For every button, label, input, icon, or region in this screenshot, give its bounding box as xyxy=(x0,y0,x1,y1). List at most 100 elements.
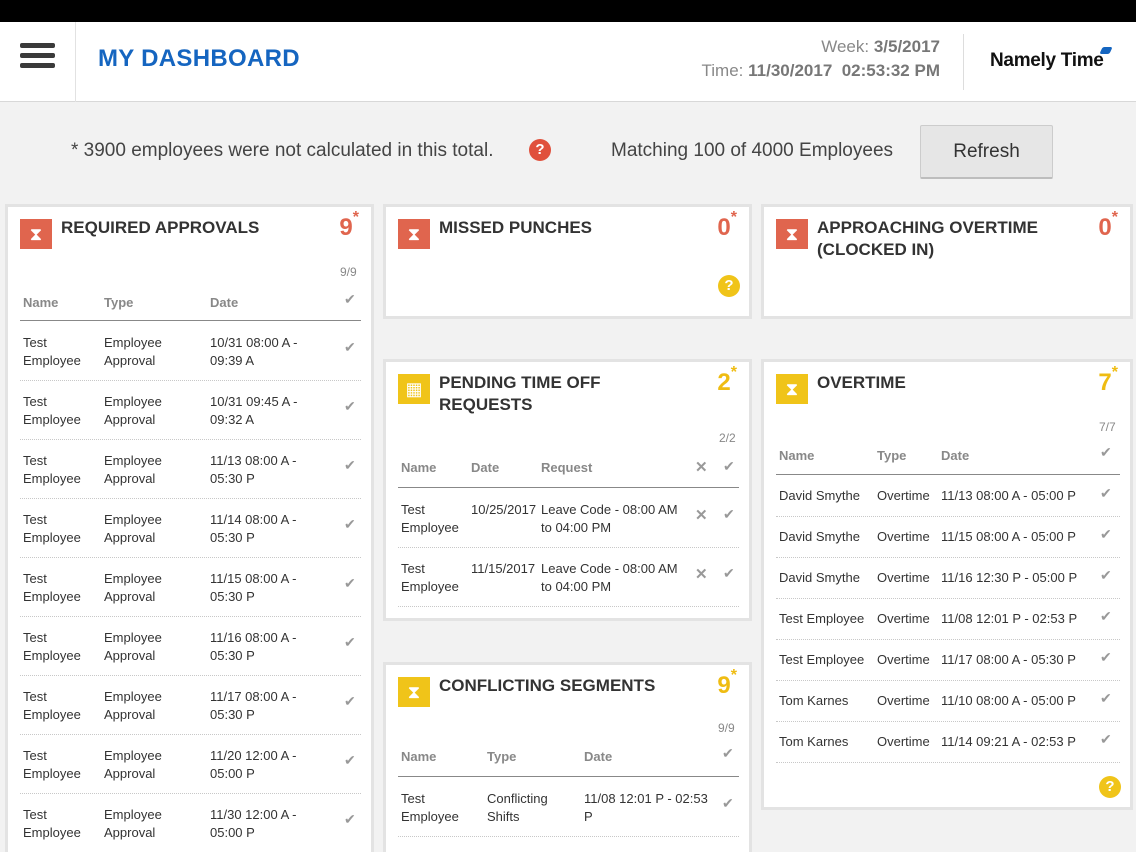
cell-date: 11/15 08:00 A - 05:30 P xyxy=(210,571,297,604)
hourglass-icon: ⧗ xyxy=(20,219,52,249)
row-divider xyxy=(776,639,1120,640)
approve-check-icon[interactable]: ✔ xyxy=(1100,690,1112,707)
approve-check-icon[interactable]: ✔ xyxy=(722,795,734,812)
approve-all-check-icon[interactable]: ✔ xyxy=(723,458,735,475)
approve-check-icon[interactable]: ✔ xyxy=(344,339,356,356)
approve-check-icon[interactable]: ✔ xyxy=(344,398,356,415)
card-title: APPROACHING OVERTIME (CLOCKED IN) xyxy=(817,217,1038,261)
column-header-name[interactable]: Name xyxy=(779,448,814,463)
cell-type: Employee Approval xyxy=(104,807,162,840)
cell-date: 11/30 12:00 A - 05:00 P xyxy=(210,807,297,840)
approve-check-icon[interactable]: ✔ xyxy=(723,565,735,582)
row-divider xyxy=(20,380,361,381)
approve-all-check-icon[interactable]: ✔ xyxy=(1100,444,1112,461)
row-divider xyxy=(776,762,1120,763)
approve-check-icon[interactable]: ✔ xyxy=(344,457,356,474)
table-header-line xyxy=(20,320,361,321)
namely-logo-icon xyxy=(1099,47,1113,54)
card-count[interactable]: 7* xyxy=(1098,364,1118,397)
matching-count: Matching 100 of 4000 Employees xyxy=(611,140,894,161)
app-header: MY DASHBOARD Week: 3/5/2017 Time: 11/30/… xyxy=(0,22,1136,102)
deny-close-icon[interactable]: ✕ xyxy=(695,506,708,524)
approve-check-icon[interactable]: ✔ xyxy=(1100,649,1112,666)
approve-check-icon[interactable]: ✔ xyxy=(344,575,356,592)
hourglass-icon: ⧗ xyxy=(398,677,430,707)
approve-check-icon[interactable]: ✔ xyxy=(344,752,356,769)
card-title: REQUIRED APPROVALS xyxy=(61,218,260,237)
card-count[interactable]: 9* xyxy=(339,209,359,242)
approve-check-icon[interactable]: ✔ xyxy=(344,811,356,828)
menu-icon-bar xyxy=(20,43,55,48)
cell-name: Test Employee xyxy=(23,807,81,840)
menu-button[interactable] xyxy=(0,22,76,102)
card-count[interactable]: 0* xyxy=(717,209,737,242)
help-icon[interactable]: ? xyxy=(718,275,740,297)
cell-type: Overtime xyxy=(877,611,930,626)
count-value: 0 xyxy=(1098,214,1112,241)
cell-name: Test Employee xyxy=(23,689,81,722)
help-icon[interactable]: ? xyxy=(1099,776,1121,798)
approve-check-icon[interactable]: ✔ xyxy=(344,634,356,651)
hourglass-icon: ⧗ xyxy=(398,219,430,249)
status-bar xyxy=(0,0,1136,22)
column-header-type[interactable]: Type xyxy=(487,749,516,764)
approve-check-icon[interactable]: ✔ xyxy=(1100,608,1112,625)
cell-type: Overtime xyxy=(877,734,930,749)
pending-time-off-card: ▦ PENDING TIME OFF REQUESTS 2* 2/2 Name D… xyxy=(383,359,752,621)
row-fraction: 9/9 xyxy=(340,265,357,279)
header-divider xyxy=(963,34,964,90)
help-icon[interactable]: ? xyxy=(529,139,551,161)
column-header-type[interactable]: Type xyxy=(877,448,906,463)
column-header-type[interactable]: Type xyxy=(104,295,133,310)
column-header-date[interactable]: Date xyxy=(471,460,499,475)
column-header-name[interactable]: Name xyxy=(23,295,58,310)
card-count[interactable]: 0* xyxy=(1098,209,1118,242)
time-info: Time: 11/30/2017 02:53:32 PM xyxy=(702,61,940,81)
approve-check-icon[interactable]: ✔ xyxy=(1100,731,1112,748)
approve-check-icon[interactable]: ✔ xyxy=(1100,526,1112,543)
count-value: 0 xyxy=(717,214,731,241)
column-header-request[interactable]: Request xyxy=(541,460,592,475)
cell-date: 11/13 08:00 A - 05:00 P xyxy=(941,488,1076,503)
row-divider xyxy=(20,498,361,499)
approve-check-icon[interactable]: ✔ xyxy=(723,506,735,523)
row-divider xyxy=(398,547,739,548)
week-label: Week: xyxy=(821,37,870,56)
cell-name: Test Employee xyxy=(23,394,81,427)
hourglass-icon: ⧗ xyxy=(776,374,808,404)
row-divider xyxy=(20,557,361,558)
deny-close-icon[interactable]: ✕ xyxy=(695,565,708,583)
deny-all-close-icon[interactable]: ✕ xyxy=(695,458,708,476)
card-count[interactable]: 9* xyxy=(717,667,737,700)
column-header-name[interactable]: Name xyxy=(401,460,436,475)
column-header-date[interactable]: Date xyxy=(941,448,969,463)
refresh-button[interactable]: Refresh xyxy=(920,125,1053,179)
approve-all-check-icon[interactable]: ✔ xyxy=(344,291,356,308)
card-count[interactable]: 2* xyxy=(717,364,737,397)
card-title: CONFLICTING SEGMENTS xyxy=(439,676,656,695)
cell-date: 11/14 08:00 A - 05:30 P xyxy=(210,512,297,545)
count-asterisk: * xyxy=(1111,209,1118,226)
card-title: PENDING TIME OFF REQUESTS xyxy=(439,372,601,416)
card-title: OVERTIME xyxy=(817,373,906,392)
column-header-name[interactable]: Name xyxy=(401,749,436,764)
column-header-date[interactable]: Date xyxy=(210,295,238,310)
time-label: Time: xyxy=(701,61,744,80)
card-title-line: (CLOCKED IN) xyxy=(817,240,935,259)
cell-name: Tom Karnes xyxy=(779,693,849,708)
cell-date: 11/14 09:21 A - 02:53 P xyxy=(941,734,1076,749)
cell-name: Test Employee xyxy=(23,571,81,604)
cell-name: David Smythe xyxy=(779,529,860,544)
approve-all-check-icon[interactable]: ✔ xyxy=(722,745,734,762)
approve-check-icon[interactable]: ✔ xyxy=(344,693,356,710)
cell-date: 11/08 12:01 P - 02:53 P xyxy=(584,791,708,824)
approve-check-icon[interactable]: ✔ xyxy=(1100,485,1112,502)
missed-punches-card: ⧗ MISSED PUNCHES 0* ? xyxy=(383,204,752,319)
column-header-date[interactable]: Date xyxy=(584,749,612,764)
row-divider xyxy=(776,516,1120,517)
hourglass-icon: ⧗ xyxy=(776,219,808,249)
approve-check-icon[interactable]: ✔ xyxy=(344,516,356,533)
approve-check-icon[interactable]: ✔ xyxy=(1100,567,1112,584)
table-header-line xyxy=(398,487,739,488)
card-title-line: PENDING TIME OFF xyxy=(439,373,601,392)
